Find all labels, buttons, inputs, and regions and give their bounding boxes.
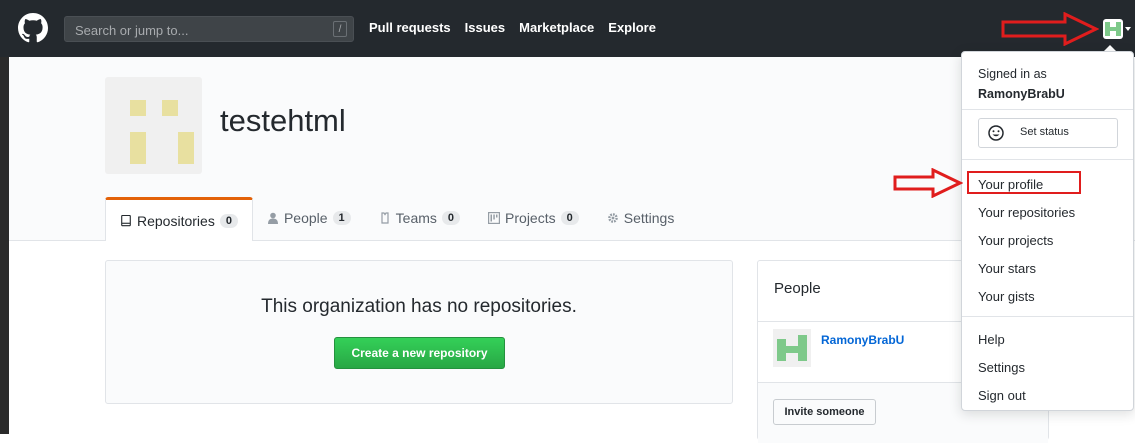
menu-your-gists[interactable]: Your gists — [978, 289, 1035, 304]
identicon-icon — [1105, 22, 1121, 36]
slash-shortcut-hint: / — [333, 21, 347, 37]
menu-your-projects[interactable]: Your projects — [978, 233, 1053, 248]
set-status-button[interactable]: Set status — [978, 118, 1118, 148]
set-status-label: Set status — [1020, 126, 1069, 138]
menu-your-stars[interactable]: Your stars — [978, 261, 1036, 276]
tab-teams[interactable]: Teams 0 — [365, 197, 474, 239]
divider — [962, 109, 1133, 110]
tab-projects[interactable]: Projects 0 — [474, 197, 593, 239]
repo-icon — [121, 214, 131, 226]
annotation-arrow-icon — [893, 168, 963, 198]
tab-label: Projects — [505, 210, 556, 226]
tab-settings[interactable]: Settings — [593, 197, 689, 239]
menu-sign-out[interactable]: Sign out — [978, 388, 1026, 403]
annotation-arrow-icon — [1001, 12, 1099, 46]
tab-counter: 0 — [219, 213, 238, 228]
org-name: testehtml — [220, 103, 346, 138]
signed-in-username: RamonyBrabU — [978, 87, 1065, 101]
member-link[interactable]: RamonyBrabU — [821, 333, 904, 347]
tab-label: Repositories — [137, 212, 215, 229]
nav-pull-requests[interactable]: Pull requests — [369, 20, 451, 35]
org-tabs: Repositories 0 People 1 Teams 0 Projects… — [105, 197, 688, 241]
user-avatar-button[interactable] — [1103, 19, 1123, 39]
caret-down-icon[interactable] — [1125, 27, 1131, 31]
tab-label: Teams — [395, 210, 437, 226]
jersey-icon — [381, 212, 389, 224]
repositories-blankslate: This organization has no repositories. C… — [105, 260, 733, 404]
tab-label: People — [283, 210, 328, 226]
tab-label: Settings — [623, 210, 675, 226]
member-identicon-icon — [777, 335, 807, 361]
divider — [962, 159, 1133, 160]
gear-icon — [607, 213, 618, 223]
global-header: / Pull requests Issues Marketplace Explo… — [0, 0, 1135, 57]
menu-settings[interactable]: Settings — [978, 360, 1025, 375]
tab-counter: 0 — [560, 211, 579, 225]
people-box-title: People — [774, 280, 821, 297]
blankslate-title: This organization has no repositories. — [261, 296, 577, 317]
annotation-highlight-box — [967, 171, 1081, 194]
signed-in-label: Signed in as — [978, 67, 1047, 81]
menu-help[interactable]: Help — [978, 332, 1005, 347]
signed-in-header: Signed in as RamonyBrabU — [978, 64, 1065, 104]
tab-counter: 0 — [441, 211, 461, 225]
nav-marketplace[interactable]: Marketplace — [519, 20, 594, 35]
menu-your-repositories[interactable]: Your repositories — [978, 205, 1075, 220]
smiley-icon — [988, 125, 1004, 141]
org-avatar — [105, 77, 202, 174]
create-repository-button[interactable]: Create a new repository — [334, 337, 505, 369]
member-avatar[interactable] — [773, 329, 811, 367]
project-icon — [488, 212, 501, 224]
header-nav: Pull requests Issues Marketplace Explore — [369, 20, 656, 35]
user-dropdown-menu: Signed in as RamonyBrabU Set status Your… — [961, 51, 1134, 411]
person-icon — [267, 212, 278, 224]
nav-issues[interactable]: Issues — [465, 20, 505, 35]
search-box[interactable]: / — [64, 16, 354, 42]
tab-people[interactable]: People 1 — [253, 197, 365, 239]
tab-repositories[interactable]: Repositories 0 — [105, 197, 253, 241]
invite-someone-button[interactable]: Invite someone — [773, 399, 876, 425]
search-input[interactable] — [73, 20, 317, 40]
org-identicon-icon — [130, 100, 194, 164]
github-logo-icon[interactable] — [18, 13, 48, 43]
nav-explore[interactable]: Explore — [608, 20, 656, 35]
divider — [962, 316, 1133, 317]
window-frame — [0, 0, 9, 434]
tab-counter: 1 — [332, 211, 351, 225]
